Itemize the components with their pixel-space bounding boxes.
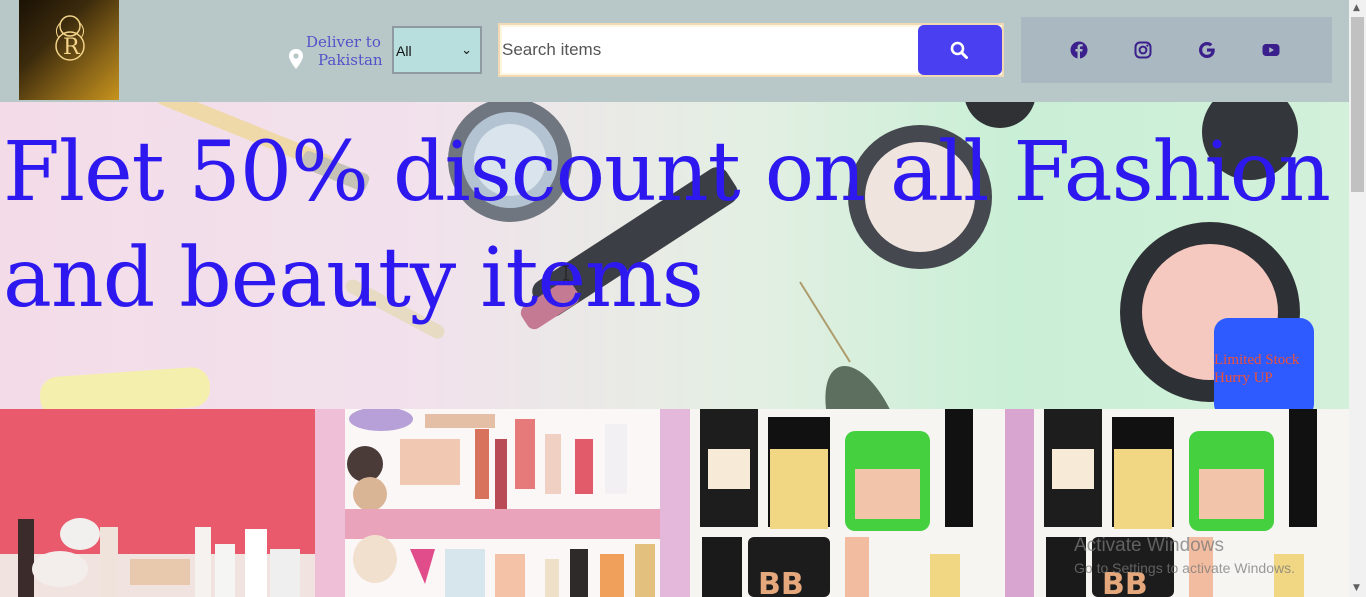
category-select-value: All [396, 43, 412, 59]
svg-text:R: R [63, 35, 81, 60]
google-icon[interactable] [1198, 41, 1216, 59]
product-gap [660, 409, 690, 597]
deliver-country: Pakistan [318, 51, 383, 69]
hero-headline: Flet 50% discount on all Fashion and bea… [3, 125, 1331, 326]
svg-text:BB: BB [758, 567, 804, 597]
watermark-title: Activate Windows [1074, 535, 1224, 556]
deliver-label: Deliver to [306, 33, 381, 51]
hero-banner: Flet 50% discount on all Fashion and bea… [0, 102, 1349, 409]
product-image-2 [345, 409, 660, 597]
product-gap [1005, 409, 1035, 597]
product-gap [315, 409, 345, 597]
scroll-up-arrow-icon[interactable]: ▲ [1353, 3, 1360, 13]
site-header: R Deliver to Pakistan All ⌄ Search items [0, 0, 1349, 102]
activate-windows-watermark: Activate Windows Go to Settings to activ… [1074, 535, 1295, 576]
scroll-down-arrow-icon[interactable]: ▼ [1353, 583, 1360, 593]
search-input[interactable]: Search items [502, 27, 918, 73]
scrollbar-thumb[interactable] [1351, 17, 1364, 192]
limited-stock-badge[interactable]: Limited Stock Hurry UP [1214, 318, 1314, 418]
brand-logo[interactable]: R [19, 0, 119, 100]
logo-emblem-icon: R [55, 15, 85, 61]
product-card-2[interactable] [345, 409, 660, 597]
location-pin-icon [289, 49, 303, 69]
search-icon [950, 41, 968, 59]
text-cursor-icon [563, 265, 569, 281]
chevron-down-icon: ⌄ [461, 42, 472, 57]
product-card-3[interactable]: BB [690, 409, 1005, 597]
instagram-icon[interactable] [1134, 41, 1152, 59]
search-bar: Search items [498, 23, 1004, 77]
product-image-3: BB [700, 409, 973, 597]
badge-line1: Limited Stock [1214, 352, 1300, 368]
vertical-scrollbar[interactable]: ▲ ▼ [1349, 0, 1366, 597]
product-image-1 [0, 518, 315, 597]
search-button[interactable] [918, 25, 1002, 75]
watermark-subtitle: Go to Settings to activate Windows. [1074, 560, 1295, 576]
badge-line2: Hurry UP [1214, 370, 1273, 386]
social-links [1021, 17, 1332, 83]
facebook-icon[interactable] [1070, 41, 1088, 59]
category-select[interactable]: All ⌄ [392, 26, 482, 74]
deliver-to[interactable]: Deliver to Pakistan [288, 33, 383, 73]
product-card-1[interactable] [0, 409, 315, 597]
youtube-icon[interactable] [1262, 41, 1280, 59]
search-placeholder: Search items [502, 40, 602, 59]
